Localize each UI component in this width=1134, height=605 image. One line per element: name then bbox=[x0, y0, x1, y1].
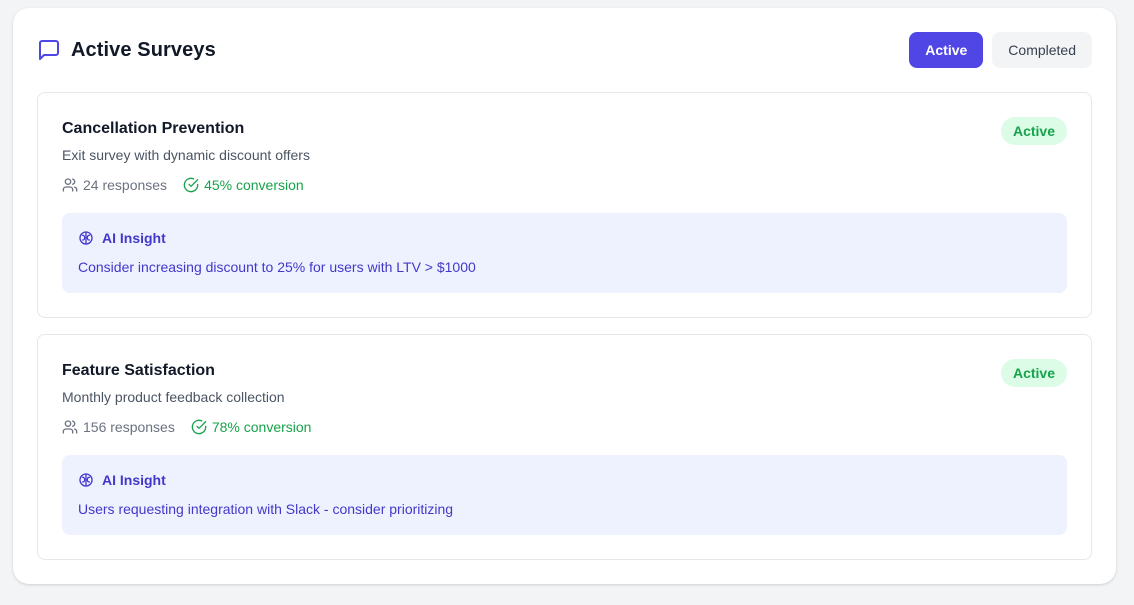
responses-stat: 24 responses bbox=[62, 177, 167, 193]
message-square-icon bbox=[37, 38, 61, 62]
tab-completed[interactable]: Completed bbox=[992, 32, 1092, 68]
status-badge: Active bbox=[1000, 117, 1067, 145]
survey-description: Monthly product feedback collection bbox=[62, 389, 285, 405]
ai-insight-text: Users requesting integration with Slack … bbox=[78, 501, 454, 517]
users-icon bbox=[62, 177, 78, 193]
responses-count: 156 responses bbox=[83, 419, 175, 435]
ai-insight-box: AI Insight Users requesting integration … bbox=[62, 455, 1067, 535]
ai-insight-label: AI Insight bbox=[102, 472, 166, 488]
title-group: Active Surveys bbox=[37, 38, 216, 62]
conversion-stat: 45% conversion bbox=[183, 177, 304, 193]
status-tabs: Active Completed bbox=[909, 32, 1092, 68]
conversion-rate: 78% conversion bbox=[211, 419, 312, 435]
survey-card[interactable]: Feature Satisfaction Monthly product fee… bbox=[37, 334, 1092, 560]
survey-title: Feature Satisfaction bbox=[62, 362, 215, 379]
check-circle-icon bbox=[183, 177, 199, 193]
ai-insight-header: AI Insight bbox=[78, 230, 166, 246]
ai-insight-header: AI Insight bbox=[78, 472, 166, 488]
conversion-stat: 78% conversion bbox=[191, 419, 312, 435]
brain-icon bbox=[78, 230, 94, 246]
ai-insight-box: AI Insight Consider increasing discount … bbox=[62, 213, 1067, 293]
status-badge: Active bbox=[1000, 359, 1067, 387]
responses-stat: 156 responses bbox=[62, 419, 175, 435]
conversion-rate: 45% conversion bbox=[204, 177, 304, 193]
survey-description: Exit survey with dynamic discount offers bbox=[62, 147, 310, 163]
panel-header: Active Surveys Active Completed bbox=[37, 32, 1092, 68]
survey-title: Cancellation Prevention bbox=[62, 120, 245, 137]
surveys-panel: Active Surveys Active Completed Cancella… bbox=[13, 8, 1116, 584]
ai-insight-label: AI Insight bbox=[102, 230, 166, 246]
tab-active[interactable]: Active bbox=[909, 32, 984, 68]
brain-icon bbox=[78, 472, 94, 488]
page-title: Active Surveys bbox=[71, 38, 216, 61]
survey-stats: 156 responses 78% conversion bbox=[62, 419, 311, 435]
check-circle-icon bbox=[191, 419, 207, 435]
survey-card[interactable]: Cancellation Prevention Exit survey with… bbox=[37, 92, 1092, 318]
ai-insight-text: Consider increasing discount to 25% for … bbox=[78, 259, 476, 275]
responses-count: 24 responses bbox=[83, 177, 168, 193]
survey-stats: 24 responses 45% conversion bbox=[62, 177, 304, 193]
users-icon bbox=[62, 419, 78, 435]
